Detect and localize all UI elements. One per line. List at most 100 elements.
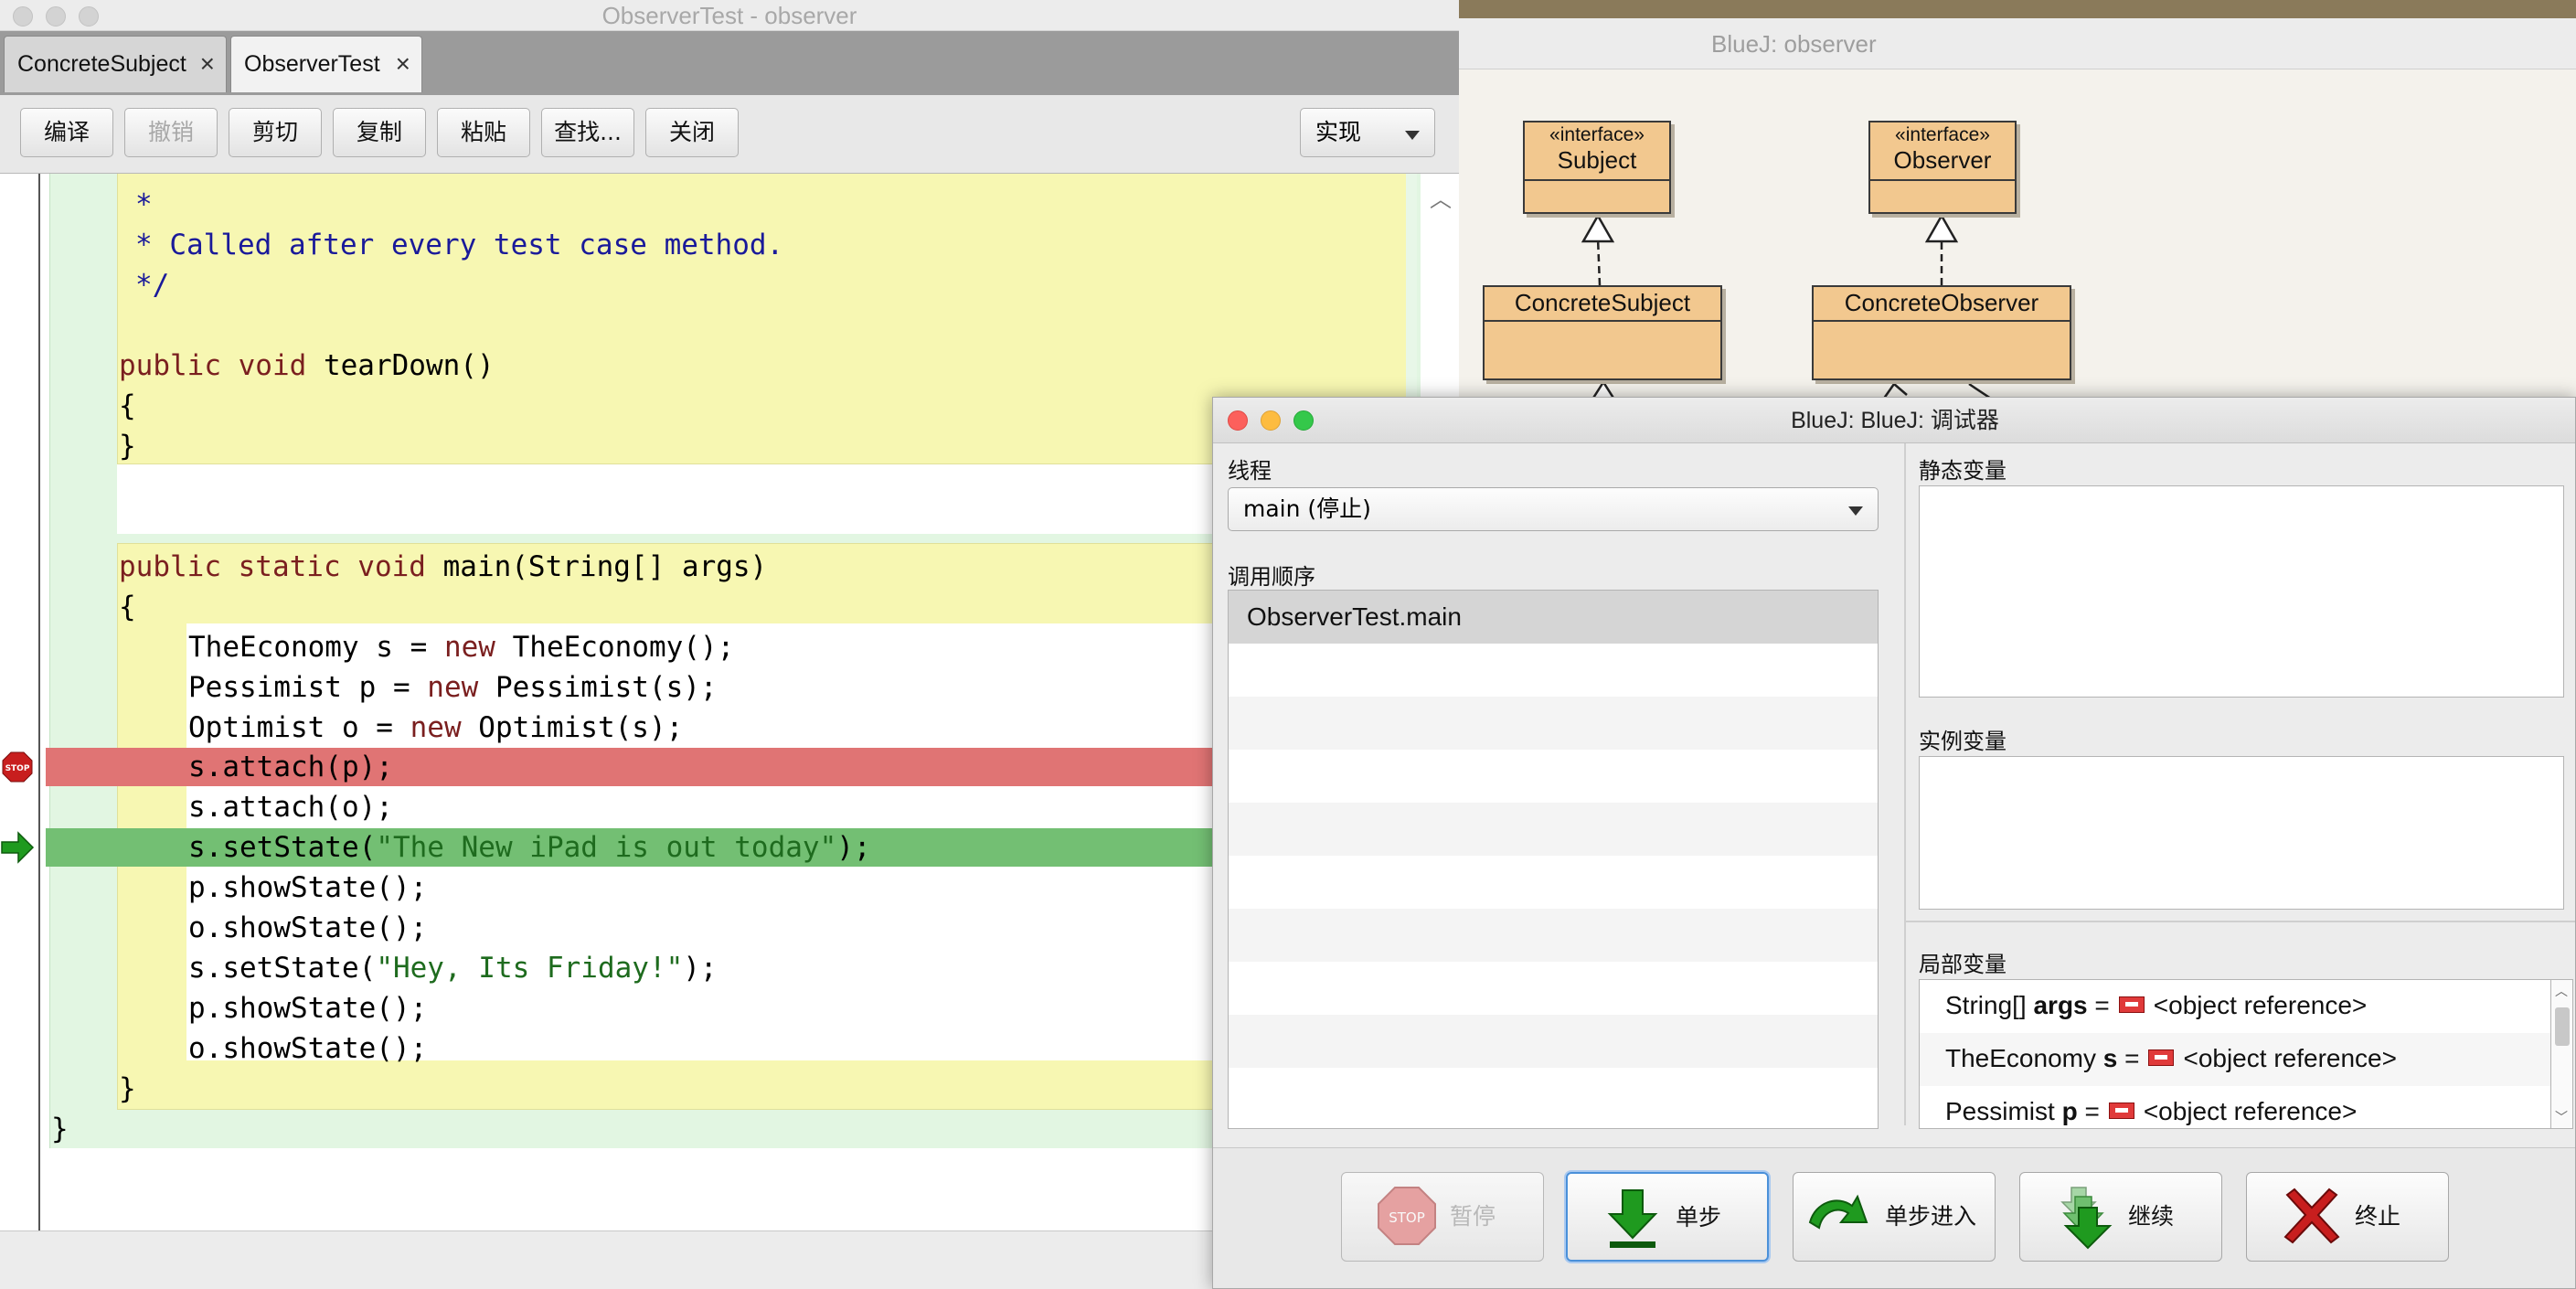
callstack-item[interactable]: ObserverTest.main (1229, 591, 1878, 644)
stop-icon: STOP (1378, 1187, 1436, 1245)
breakpoint-stop-label: STOP (5, 764, 30, 773)
code-line: TheEconomy s = new TheEconomy(); (188, 627, 734, 667)
local-variable-row[interactable]: Pessimist p = <object reference> (1920, 1086, 2550, 1128)
code-line: s.attach(p); (188, 751, 393, 783)
terminate-button-label: 终止 (2355, 1203, 2401, 1230)
code-token: s.setState( (188, 831, 377, 864)
terminate-button[interactable]: 终止 (2246, 1172, 2449, 1262)
code-line: s.setState("The New iPad is out today"); (188, 827, 871, 868)
halt-button-label: 暂停 (1450, 1203, 1496, 1230)
uml-interface-observer[interactable]: «interface» Observer (1868, 121, 2017, 214)
editor-titlebar: ObserverTest - observer (0, 0, 1459, 31)
variable-value: <object reference> (2143, 1097, 2358, 1125)
view-select-value: 实现 (1315, 119, 1362, 145)
panel-divider[interactable] (1906, 921, 2575, 922)
tab-concrete-subject[interactable]: ConcreteSubject × (4, 36, 227, 92)
object-reference-icon (2118, 996, 2145, 1013)
list-item (1229, 1015, 1878, 1068)
local-variables-label: 局部变量 (1919, 952, 2007, 977)
uml-interface-subject[interactable]: «interface» Subject (1523, 121, 1671, 214)
code-token: TheEconomy(); (495, 631, 735, 664)
instance-variables-label: 实例变量 (1919, 729, 2007, 754)
stop-icon-label: STOP (1389, 1209, 1425, 1226)
list-item (1229, 962, 1878, 1015)
step-button[interactable]: 单步 (1566, 1172, 1769, 1262)
continue-button[interactable]: 继续 (2019, 1172, 2222, 1262)
uml-class-concrete-observer[interactable]: ConcreteObserver (1812, 285, 2071, 380)
tab-label: ObserverTest (244, 51, 380, 77)
variable-name: s (2102, 1044, 2118, 1072)
scroll-up-icon[interactable]: ︿ (2555, 982, 2568, 1000)
close-tab-icon[interactable]: × (396, 37, 410, 91)
code-token: Pessimist(s); (478, 671, 718, 704)
code-line: p.showState(); (188, 992, 428, 1025)
step-button-label: 单步 (1676, 1204, 1722, 1230)
debugger-window-title: BlueJ: BlueJ: 调试器 (1791, 408, 1999, 433)
scroll-up-icon[interactable]: ︿ (1430, 181, 1452, 213)
instance-variables-list[interactable] (1919, 756, 2564, 910)
step-into-button-label: 单步进入 (1885, 1203, 1977, 1230)
scrollbar-thumb[interactable] (2555, 1007, 2570, 1046)
scroll-down-icon[interactable]: ﹀ (2555, 1108, 2568, 1126)
debugger-window: BlueJ: BlueJ: 调试器 线程 main (停止) 调用顺序 Obse… (1212, 397, 2576, 1289)
code-line: s.setState("Hey, Its Friday!"); (188, 948, 718, 988)
thread-select[interactable]: main (停止) (1228, 487, 1879, 531)
list-item (1229, 697, 1878, 750)
execution-arrow-icon (1, 831, 35, 864)
cut-button[interactable]: 剪切 (229, 108, 322, 157)
code-line: o.showState(); (188, 911, 428, 944)
class-separator (1485, 320, 1720, 322)
code-token: new (427, 671, 479, 704)
code-token: public static void (119, 550, 426, 583)
breakpoint-stop-icon[interactable]: STOP (2, 751, 33, 783)
stereotype-label: «interface» (1895, 124, 1990, 145)
line-gutter[interactable] (0, 174, 40, 1234)
view-select[interactable]: 实现 (1300, 108, 1435, 157)
variable-name: p (2061, 1097, 2078, 1125)
close-tab-icon[interactable]: × (200, 37, 215, 91)
tab-label: ConcreteSubject (17, 51, 186, 77)
halt-button[interactable]: STOP 暂停 (1341, 1172, 1544, 1262)
callstack-list[interactable]: ObserverTest.main (1228, 590, 1879, 1129)
variable-value: <object reference> (2183, 1044, 2397, 1072)
class-name: ConcreteSubject (1514, 289, 1691, 316)
paste-button[interactable]: 粘贴 (437, 108, 530, 157)
panel-divider[interactable] (1904, 443, 1906, 1125)
local-variables-list[interactable]: String[] args = <object reference> TheEco… (1919, 979, 2551, 1129)
list-item (1229, 1068, 1878, 1121)
chevron-down-icon (1405, 131, 1420, 140)
list-item (1229, 803, 1878, 856)
code-line: s.attach(o); (188, 791, 393, 824)
callstack-item-label: ObserverTest.main (1247, 602, 1462, 631)
class-separator (1525, 179, 1669, 181)
local-variables-scrollbar[interactable]: ︿ ﹀ (2551, 979, 2573, 1129)
step-into-button[interactable]: 单步进入 (1793, 1172, 1996, 1262)
close-button[interactable]: 关闭 (645, 108, 739, 157)
object-reference-icon (2108, 1102, 2134, 1119)
debugger-titlebar: BlueJ: BlueJ: 调试器 (1213, 398, 2575, 443)
find-button[interactable]: 查找... (541, 108, 634, 157)
code-token: "The New iPad is out today" (376, 831, 837, 864)
tab-observer-test[interactable]: ObserverTest × (230, 36, 422, 92)
code-line: * Called after every test case method. (135, 229, 784, 261)
editor-toolbar: 编译 撤销 剪切 复制 粘贴 查找... 关闭 实现 (0, 95, 1459, 174)
undo-button[interactable]: 撤销 (124, 108, 218, 157)
static-variables-list[interactable] (1919, 485, 2564, 698)
uml-class-concrete-subject[interactable]: ConcreteSubject (1483, 285, 1722, 380)
variable-equals: = (2094, 991, 2110, 1019)
variable-equals: = (2124, 1044, 2140, 1072)
step-down-arrow-icon (1607, 1189, 1658, 1248)
local-variable-row[interactable]: String[] args = <object reference> (1920, 980, 2550, 1033)
code-line: o.showState(); (188, 1032, 428, 1065)
list-item (1229, 856, 1878, 909)
code-token: Optimist(s); (461, 711, 684, 744)
compile-button[interactable]: 编译 (20, 108, 113, 157)
copy-button[interactable]: 复制 (333, 108, 426, 157)
code-token: tearDown() (306, 349, 495, 382)
code-line: */ (135, 269, 170, 302)
local-variable-row[interactable]: TheEconomy s = <object reference> (1920, 1033, 2550, 1086)
code-token: ); (683, 952, 718, 985)
variable-type: TheEconomy (1945, 1044, 2096, 1072)
code-line: * (135, 188, 153, 221)
code-token: s.setState( (188, 952, 377, 985)
